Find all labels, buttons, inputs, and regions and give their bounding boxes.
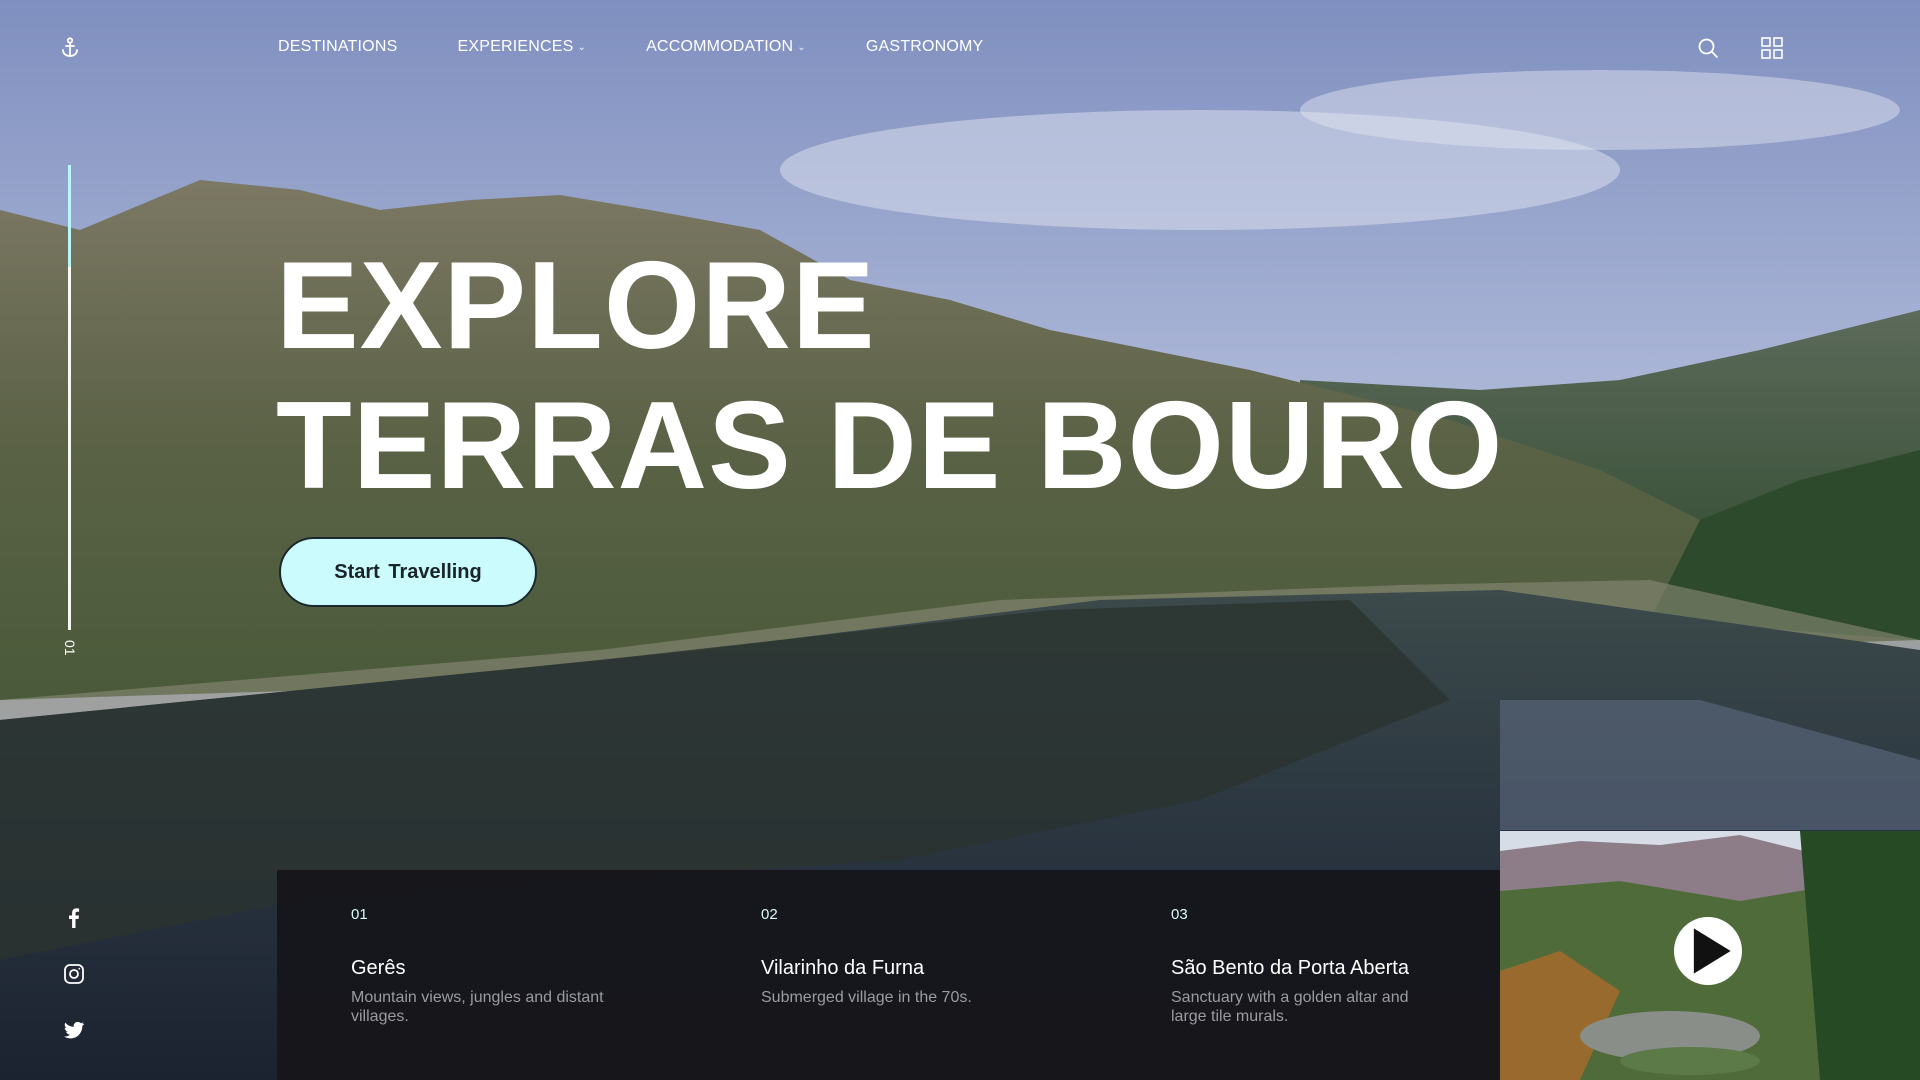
header-actions [1696, 36, 1784, 60]
destination-card[interactable]: 02 Vilarinho da Furna Submerged village … [761, 906, 1061, 1007]
video-thumbnail[interactable] [1500, 831, 1920, 1080]
destination-description: Mountain views, jungles and distant vill… [351, 989, 604, 1025]
start-travelling-button[interactable]: Start Travelling [279, 537, 537, 607]
nav-item-label: EXPERIENCES [457, 38, 574, 55]
chevron-down-icon: ⌄ [577, 41, 587, 53]
destination-card[interactable]: 03 São Bento da Porta Aberta Sanctuary w… [1171, 906, 1471, 1026]
nav-item-label: ACCOMMODATION [646, 38, 794, 55]
facebook-icon[interactable] [62, 906, 86, 930]
slider-progress-fill [68, 165, 71, 268]
social-links [62, 906, 86, 1042]
hero-title: EXPLORE TERRAS DE BOURO [276, 236, 1504, 516]
main-navigation: DESTINATIONS EXPERIENCES ⌄ ACCOMMODATION… [278, 38, 1043, 56]
destination-name: São Bento da Porta Aberta [1171, 957, 1409, 979]
nav-item-label: DESTINATIONS [278, 38, 398, 55]
search-icon[interactable] [1696, 36, 1720, 60]
nav-item-accommodation[interactable]: ACCOMMODATION ⌄ [646, 38, 806, 56]
destination-name: Vilarinho da Furna [761, 957, 925, 979]
play-button[interactable] [1674, 917, 1742, 985]
destinations-panel: 01 Gerês Mountain views, jungles and dis… [277, 870, 1500, 1080]
anchor-icon[interactable] [58, 36, 82, 60]
twitter-icon[interactable] [62, 1018, 86, 1042]
destination-number: 01 [351, 906, 368, 923]
play-icon [1693, 928, 1731, 974]
destination-description: Sanctuary with a golden altar and large … [1171, 989, 1409, 1025]
instagram-icon[interactable] [62, 962, 86, 986]
slide-number: 01 [62, 640, 78, 656]
slider-progress-bar [68, 165, 71, 630]
chevron-down-icon: ⌄ [797, 41, 806, 53]
destination-name: Gerês [351, 957, 406, 979]
nav-item-gastronomy[interactable]: GASTRONOMY [866, 38, 984, 56]
hero-title-line1: EXPLORE [276, 237, 876, 375]
destination-card[interactable]: 01 Gerês Mountain views, jungles and dis… [351, 906, 651, 1026]
nav-item-destinations[interactable]: DESTINATIONS [278, 38, 397, 56]
hero-title-line2: TERRAS DE BOURO [276, 377, 1504, 515]
destination-number: 03 [1171, 906, 1188, 923]
destination-description: Submerged village in the 70s. [761, 989, 972, 1006]
nav-item-label: GASTRONOMY [865, 38, 984, 55]
destination-number: 02 [761, 906, 778, 923]
grid-menu-icon[interactable] [1760, 36, 1784, 60]
nav-item-experiences[interactable]: EXPERIENCES ⌄ [457, 38, 586, 56]
